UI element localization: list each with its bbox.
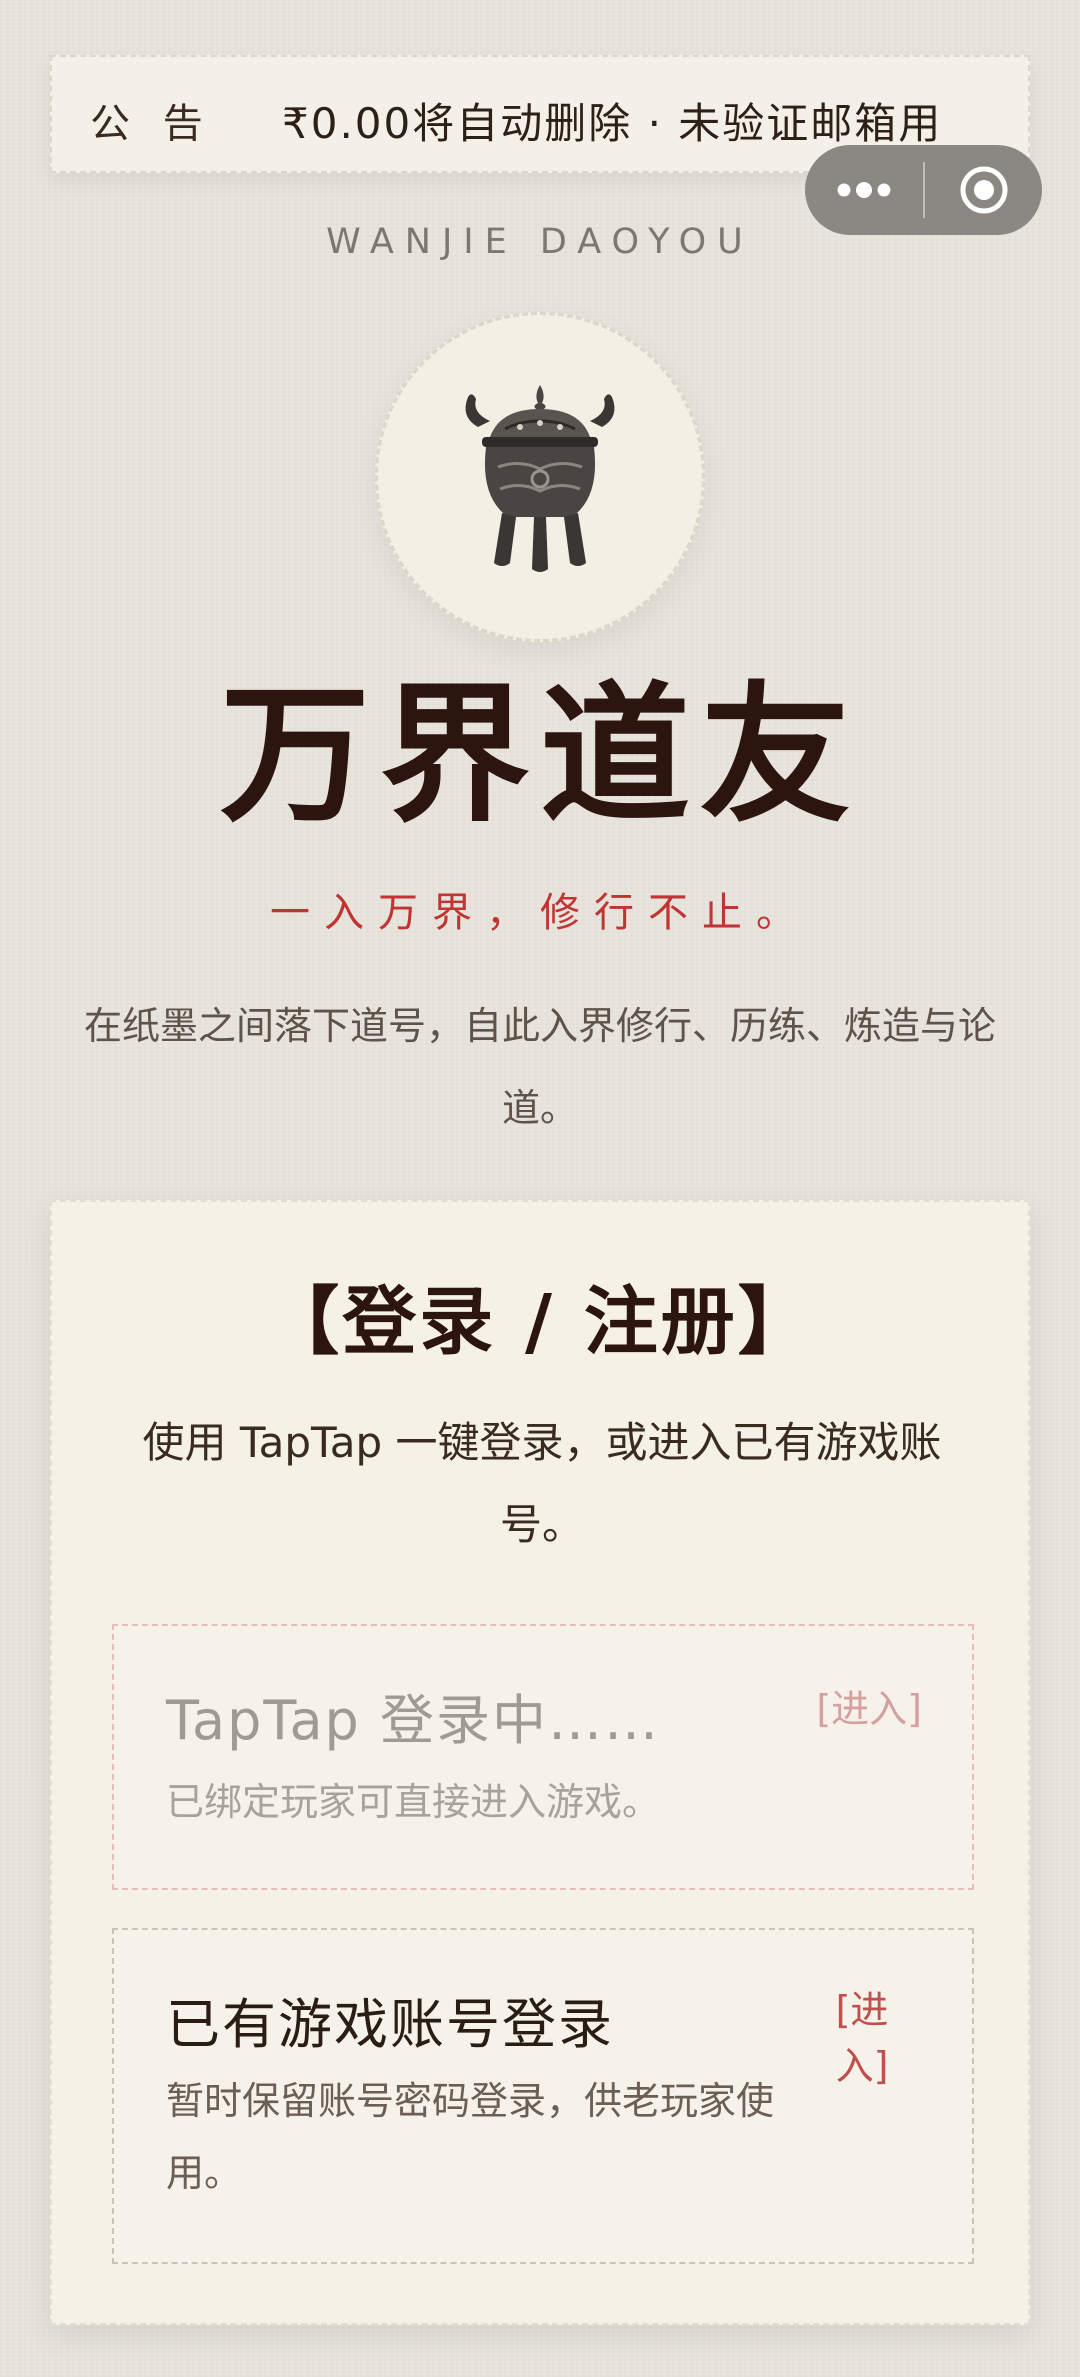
account-login-title: 已有游戏账号登录: [166, 1993, 614, 2056]
game-title: 万界道友: [219, 667, 860, 843]
announcement-ticker-text: ₹0.00将自动删除 · 未验证邮箱用: [282, 99, 943, 148]
more-dots-icon: [837, 182, 891, 198]
taptap-login-subtitle: 已绑定玩家可直接进入游戏。: [166, 1780, 661, 1824]
target-close-icon: [960, 166, 1007, 214]
taptap-login-title: TapTap 登录中……: [166, 1689, 660, 1752]
taptap-enter-link[interactable]: [进入]: [816, 1678, 922, 1733]
account-login-option[interactable]: 已有游戏账号登录 暂时保留账号密码登录，供老玩家使用。 [进入]: [112, 1928, 974, 2264]
login-card: 【登录 / 注册】 使用 TapTap 一键登录，或进入已有游戏账号。 TapT…: [50, 1200, 1030, 2325]
login-card-description: 使用 TapTap 一键登录，或进入已有游戏账号。: [142, 1418, 942, 1549]
game-motto: 一入万界，修行不止。: [270, 890, 810, 936]
taptap-login-option[interactable]: TapTap 登录中…… 已绑定玩家可直接进入游戏。 [进入]: [112, 1624, 974, 1890]
game-intro: 在纸墨之间落下道号，自此入界修行、历练、炼造与论道。: [83, 1004, 996, 1130]
incense-burner-icon: [465, 385, 615, 572]
account-login-subtitle: 暂时保留账号密码登录，供老玩家使用。: [166, 2079, 775, 2195]
brand-latin-name: WANJIE DAOYOU: [326, 222, 754, 262]
announcement-label: 公 告: [90, 101, 213, 147]
account-enter-link[interactable]: [进入]: [832, 1982, 892, 2094]
emblem-medallion: [375, 312, 705, 642]
login-card-title: 【登录 / 注册】: [265, 1279, 815, 1365]
